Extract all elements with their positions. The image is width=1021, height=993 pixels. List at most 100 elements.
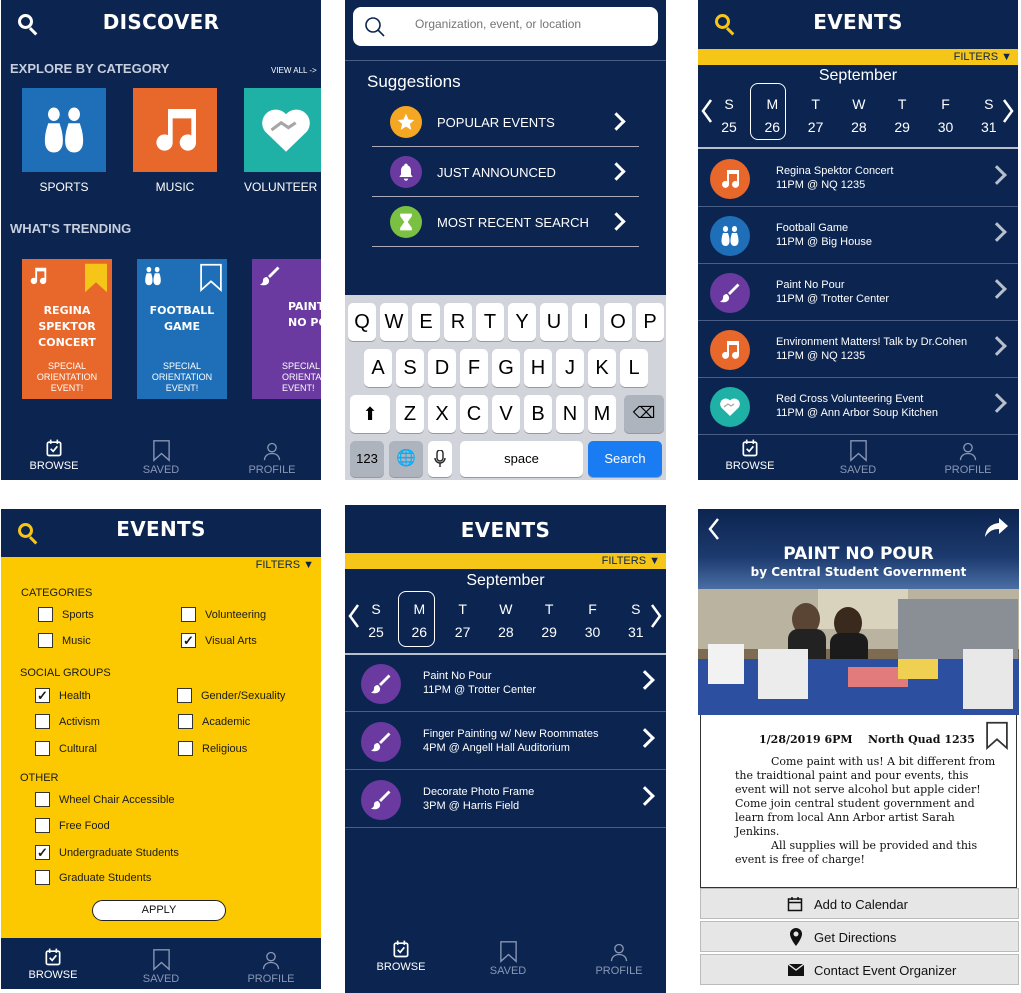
key-d[interactable]: D (428, 349, 456, 387)
checkbox-unchecked[interactable] (35, 714, 50, 729)
nav-profile[interactable]: PROFILE (236, 949, 306, 985)
key-q[interactable]: Q (348, 303, 376, 341)
key-s[interactable]: S (396, 349, 424, 387)
key-z[interactable]: Z (396, 395, 424, 433)
key-v[interactable]: V (492, 395, 520, 433)
calendar-date[interactable]: 29 (530, 624, 568, 640)
filter-checkbox[interactable]: Free Food (35, 818, 110, 833)
event-row[interactable]: Environment Matters! Talk by Dr.Cohen 11P… (698, 321, 1018, 378)
checkbox-unchecked[interactable] (177, 688, 192, 703)
trending-card[interactable]: REGINA SPEKTOR CONCERT SPECIAL ORIENTATION… (22, 259, 112, 399)
category-tile-sports[interactable] (22, 88, 106, 172)
globe-key[interactable]: 🌐 (389, 441, 423, 477)
calendar-date[interactable]: 28 (487, 624, 525, 640)
checkbox-unchecked[interactable] (35, 818, 50, 833)
key-n[interactable]: N (556, 395, 584, 433)
nav-saved[interactable]: SAVED (473, 941, 543, 977)
trending-card[interactable]: FOOTBALL GAME SPECIAL ORIENTATION EVENT! (137, 259, 227, 399)
key-c[interactable]: C (460, 395, 488, 433)
calendar-date[interactable]: 29 (883, 119, 921, 135)
filter-checkbox[interactable]: Wheel Chair Accessible (35, 792, 175, 807)
filter-checkbox[interactable]: ✓ Health (35, 688, 91, 703)
checkbox-checked[interactable]: ✓ (35, 688, 50, 703)
search-bar[interactable] (353, 7, 658, 46)
filter-checkbox[interactable]: ✓ Undergraduate Students (35, 845, 179, 860)
key-k[interactable]: K (588, 349, 616, 387)
suggestion-row[interactable]: MOST RECENT SEARCH (372, 197, 639, 247)
checkbox-unchecked[interactable] (38, 607, 53, 622)
filter-checkbox[interactable]: Volunteering (181, 607, 266, 622)
calendar-date[interactable]: 25 (710, 119, 748, 135)
calendar-date[interactable]: 30 (927, 119, 965, 135)
add-to-calendar-button[interactable]: Add to Calendar (700, 888, 1019, 919)
nav-browse[interactable]: BROWSE (715, 438, 785, 472)
event-row[interactable]: Football Game 11PM @ Big House (698, 207, 1018, 264)
filters-toggle[interactable]: FILTERS ▼ (345, 553, 666, 569)
backspace-key[interactable]: ⌫ (624, 395, 664, 433)
checkbox-unchecked[interactable] (181, 607, 196, 622)
calendar-date[interactable]: 25 (357, 624, 395, 640)
bookmark-icon[interactable] (200, 263, 222, 293)
checkbox-unchecked[interactable] (178, 714, 193, 729)
nav-profile[interactable]: PROFILE (237, 440, 307, 476)
key-a[interactable]: A (364, 349, 392, 387)
filter-checkbox[interactable]: Gender/Sexuality (177, 688, 285, 703)
key-f[interactable]: F (460, 349, 488, 387)
space-key[interactable]: space (460, 441, 583, 477)
numbers-key[interactable]: 123 (350, 441, 384, 477)
shift-key[interactable]: ⬆ (350, 395, 390, 433)
event-row[interactable]: Red Cross Volunteering Event 11PM @ Ann A… (698, 378, 1018, 435)
key-u[interactable]: U (540, 303, 568, 341)
filters-toggle[interactable]: FILTERS ▼ (256, 559, 314, 571)
filter-checkbox[interactable]: Religious (178, 741, 247, 756)
key-h[interactable]: H (524, 349, 552, 387)
filters-toggle[interactable]: FILTERS ▼ (698, 49, 1018, 65)
nav-saved[interactable]: SAVED (126, 440, 196, 476)
event-row[interactable]: Decorate Photo Frame 3PM @ Harris Field (345, 771, 666, 828)
checkbox-unchecked[interactable] (35, 792, 50, 807)
filter-checkbox[interactable]: Music (38, 633, 91, 648)
filter-checkbox[interactable]: Graduate Students (35, 870, 151, 885)
nav-browse[interactable]: BROWSE (19, 438, 89, 472)
suggestion-row[interactable]: JUST ANNOUNCED (372, 147, 639, 197)
apply-button[interactable]: APPLY (92, 900, 226, 921)
checkbox-unchecked[interactable] (178, 741, 193, 756)
search-input[interactable] (415, 17, 645, 31)
key-y[interactable]: Y (508, 303, 536, 341)
key-o[interactable]: O (604, 303, 632, 341)
search-key[interactable]: Search (588, 441, 662, 477)
view-all-link[interactable]: VIEW ALL -> (271, 66, 317, 75)
key-w[interactable]: W (380, 303, 408, 341)
key-m[interactable]: M (588, 395, 616, 433)
contact-organizer-button[interactable]: Contact Event Organizer (700, 954, 1019, 985)
key-x[interactable]: X (428, 395, 456, 433)
nav-browse[interactable]: BROWSE (366, 939, 436, 973)
checkbox-unchecked[interactable] (35, 870, 50, 885)
category-tile-volunteer[interactable] (244, 88, 321, 172)
filter-checkbox[interactable]: Cultural (35, 741, 97, 756)
key-i[interactable]: I (572, 303, 600, 341)
nav-profile[interactable]: PROFILE (933, 440, 1003, 476)
calendar-date[interactable]: 27 (444, 624, 482, 640)
filter-checkbox[interactable]: Academic (178, 714, 250, 729)
category-tile-music[interactable] (133, 88, 217, 172)
calendar-date[interactable]: 26 (753, 119, 791, 135)
nav-saved[interactable]: SAVED (823, 440, 893, 476)
filter-checkbox[interactable]: Sports (38, 607, 94, 622)
trending-card[interactable]: PAINT NO POU SPECIALORIENTATIEVENT! (252, 259, 321, 399)
checkbox-checked[interactable]: ✓ (35, 845, 50, 860)
event-row[interactable]: Paint No Pour 11PM @ Trotter Center (698, 264, 1018, 321)
checkbox-unchecked[interactable] (35, 741, 50, 756)
bookmark-icon[interactable] (85, 263, 107, 293)
calendar-date[interactable]: 31 (617, 624, 655, 640)
filter-checkbox[interactable]: ✓ Visual Arts (181, 633, 257, 648)
nav-browse[interactable]: BROWSE (18, 947, 88, 981)
key-t[interactable]: T (476, 303, 504, 341)
suggestion-row[interactable]: POPULAR EVENTS (372, 97, 639, 147)
get-directions-button[interactable]: Get Directions (700, 921, 1019, 952)
filter-checkbox[interactable]: Activism (35, 714, 100, 729)
back-icon[interactable] (708, 517, 720, 541)
key-r[interactable]: R (444, 303, 472, 341)
checkbox-unchecked[interactable] (38, 633, 53, 648)
calendar-date[interactable]: 30 (574, 624, 612, 640)
